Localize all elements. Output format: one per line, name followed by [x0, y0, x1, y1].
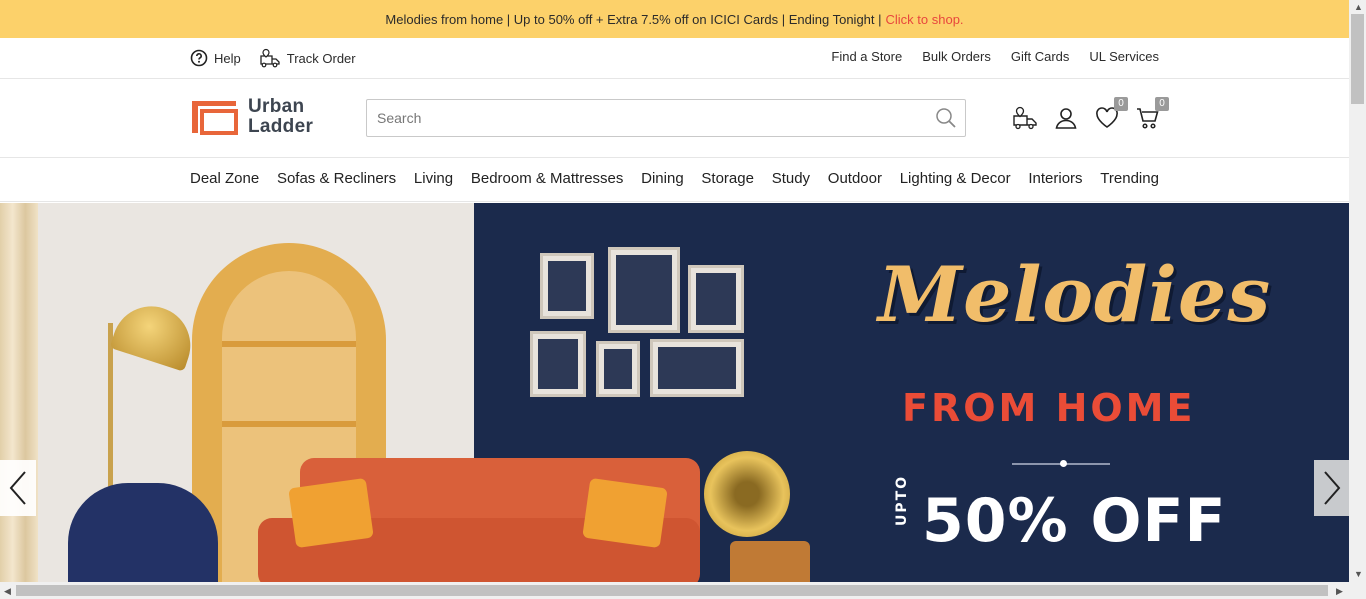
armchair-illustration — [68, 483, 218, 582]
chevron-right-icon — [1324, 471, 1341, 505]
carousel-prev-button[interactable] — [0, 460, 36, 516]
wishlist-count-badge: 0 — [1114, 97, 1128, 111]
urban-ladder-logo[interactable]: Urban Ladder — [190, 97, 313, 137]
scroll-right-arrow-icon[interactable]: ▶ — [1336, 586, 1343, 596]
scroll-up-arrow-icon[interactable]: ▲ — [1354, 2, 1363, 12]
hero-upto-label: UPTO — [894, 474, 910, 526]
main-header: Urban Ladder 0 0 — [0, 79, 1349, 158]
help-link[interactable]: Help — [190, 49, 241, 67]
category-deal-zone[interactable]: Deal Zone — [190, 170, 259, 187]
floor-lamp-shade — [109, 296, 201, 372]
hero-offer: 50% OFF — [922, 486, 1227, 556]
photo-frame — [650, 339, 744, 397]
account-button[interactable] — [1053, 105, 1079, 131]
header-icons: 0 0 — [1012, 97, 1169, 131]
logo-mark-icon — [192, 101, 238, 135]
photo-frame — [608, 247, 680, 333]
page-content: Melodies from home | Up to 50% off + Ext… — [0, 0, 1349, 582]
side-table-illustration — [730, 541, 810, 582]
search-icon — [936, 108, 956, 128]
carousel-next-button[interactable] — [1314, 460, 1349, 516]
utility-right: Find a Store Bulk Orders Gift Cards UL S… — [831, 49, 1159, 64]
track-order-link[interactable]: Track Order — [259, 48, 356, 68]
gift-cards-link[interactable]: Gift Cards — [1011, 49, 1070, 64]
track-order-label: Track Order — [286, 50, 356, 66]
shelf — [222, 341, 356, 347]
search-input[interactable] — [367, 100, 927, 136]
photo-frame — [596, 341, 640, 397]
category-outdoor[interactable]: Outdoor — [828, 170, 882, 187]
cart-count-badge: 0 — [1155, 97, 1169, 111]
utility-left: Help Track Order — [190, 48, 356, 68]
hero-subtitle: FROM HOME — [902, 386, 1196, 430]
cushion — [288, 477, 374, 549]
vertical-scrollbar-thumb[interactable] — [1351, 14, 1364, 104]
gramophone-illustration — [704, 451, 790, 537]
page: Melodies from home | Up to 50% off + Ext… — [0, 0, 1366, 599]
bulk-orders-link[interactable]: Bulk Orders — [922, 49, 991, 64]
horizontal-scrollbar-thumb[interactable] — [16, 585, 1328, 596]
promo-cta-link[interactable]: Click to shop. — [886, 12, 964, 27]
category-bedroom-mattresses[interactable]: Bedroom & Mattresses — [471, 170, 624, 187]
logo-wordmark: Urban Ladder — [248, 97, 313, 137]
category-interiors[interactable]: Interiors — [1028, 170, 1082, 187]
shelf — [222, 421, 356, 427]
logo-line2: Ladder — [248, 116, 314, 137]
cushion — [582, 477, 668, 549]
category-living[interactable]: Living — [414, 170, 453, 187]
search-button[interactable] — [927, 100, 965, 136]
category-list: Deal Zone Sofas & Recliners Living Bedro… — [190, 170, 1159, 187]
cart-button[interactable]: 0 — [1135, 97, 1169, 131]
logo-line1: Urban — [248, 96, 305, 117]
curtain-illustration — [0, 203, 38, 582]
search-box — [366, 99, 966, 137]
hero-title: Melodies — [878, 250, 1272, 339]
scroll-down-arrow-icon[interactable]: ▼ — [1354, 569, 1363, 579]
photo-frame — [530, 331, 586, 397]
category-sofas-recliners[interactable]: Sofas & Recliners — [277, 170, 396, 187]
find-store-link[interactable]: Find a Store — [831, 49, 902, 64]
category-study[interactable]: Study — [772, 170, 810, 187]
ul-services-link[interactable]: UL Services — [1089, 49, 1159, 64]
promo-text: Melodies from home | Up to 50% off + Ext… — [385, 11, 882, 27]
track-order-icon — [260, 48, 280, 68]
category-lighting-decor[interactable]: Lighting & Decor — [900, 170, 1011, 187]
category-trending[interactable]: Trending — [1100, 170, 1159, 187]
wishlist-button[interactable]: 0 — [1094, 97, 1128, 131]
chevron-left-icon — [9, 471, 26, 505]
scroll-left-arrow-icon[interactable]: ◀ — [4, 586, 11, 596]
help-icon — [190, 49, 208, 67]
user-icon — [1055, 108, 1077, 129]
truck-location-icon — [1013, 106, 1037, 130]
category-storage[interactable]: Storage — [701, 170, 754, 187]
store-locator-button[interactable] — [1012, 105, 1038, 131]
help-label: Help — [214, 50, 241, 66]
category-dining[interactable]: Dining — [641, 170, 684, 187]
photo-frame — [688, 265, 744, 333]
slide-indicator-dot[interactable] — [1060, 460, 1067, 467]
promo-banner[interactable]: Melodies from home | Up to 50% off + Ext… — [0, 0, 1349, 38]
photo-frame — [540, 253, 594, 319]
utility-bar: Help Track Order Find a Store Bulk Order… — [0, 38, 1349, 79]
category-nav: Deal Zone Sofas & Recliners Living Bedro… — [0, 158, 1349, 202]
